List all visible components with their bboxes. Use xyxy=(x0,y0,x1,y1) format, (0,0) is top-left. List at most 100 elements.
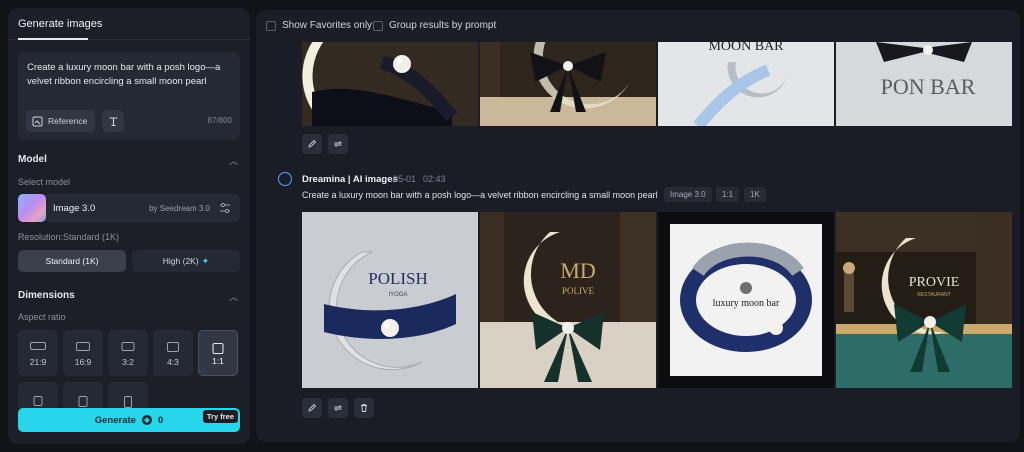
prompt-text[interactable]: Create a luxury moon bar with a posh log… xyxy=(27,61,227,89)
dimensions-section-title: Dimensions xyxy=(18,290,75,301)
generate-cost: 0 xyxy=(157,414,164,426)
char-count: 87/800 xyxy=(207,116,232,125)
model-selector[interactable]: Image 3.0 by Seedream 3.0 xyxy=(18,194,240,222)
polish-subtitle: IYOGA xyxy=(388,292,407,298)
aspect-21-9-icon xyxy=(30,342,46,350)
aspect-4-3[interactable]: 4:3 xyxy=(153,330,193,376)
group-label: Group results by prompt xyxy=(389,20,497,31)
previous-actions xyxy=(302,134,348,154)
pon-bar-text: PON BAR xyxy=(881,74,976,99)
aspect-3-2[interactable]: 3:2 xyxy=(108,330,148,376)
aspect-16-9-label: 16:9 xyxy=(74,357,92,367)
image-reference-icon xyxy=(32,116,43,127)
provie-title: PROVIE xyxy=(909,275,960,290)
aspect-16-9[interactable]: 16:9 xyxy=(63,330,103,376)
resolution-high-button[interactable]: High (2K) ✦ xyxy=(132,250,240,272)
chevron-up-icon[interactable]: ︿ xyxy=(229,154,238,167)
resolution-standard-label: Standard (1K) xyxy=(45,256,99,266)
aspect-21-9-label: 21:9 xyxy=(29,357,47,367)
reference-button[interactable]: Reference xyxy=(26,110,96,132)
group-checkbox[interactable] xyxy=(373,20,383,31)
result-image[interactable]: MOON BAR xyxy=(658,42,834,126)
polive-monogram: MD xyxy=(560,258,595,283)
delete-button[interactable] xyxy=(354,398,374,418)
generated-image-row: POLISH IYOGA MD POLIVE luxury moon bar P… xyxy=(302,212,1012,388)
generation-prompt[interactable]: Create a luxury moon bar with a posh log… xyxy=(302,190,658,200)
aspect-1-1-label: 1:1 xyxy=(212,356,224,366)
result-image[interactable] xyxy=(302,42,478,126)
tab-active-underline xyxy=(18,38,88,40)
text-style-button[interactable] xyxy=(102,110,124,132)
sparkle-icon: ✦ xyxy=(201,255,210,266)
select-model-label: Select model xyxy=(18,177,71,187)
resolution-label: Resolution:Standard (1K) xyxy=(18,232,120,242)
aspect-4-3-label: 4:3 xyxy=(167,357,179,367)
model-thumbnail xyxy=(18,194,46,222)
aspect-4-3-icon xyxy=(167,342,179,352)
generation-actions xyxy=(302,398,374,418)
aspect-ratio-label: Aspect ratio xyxy=(18,312,66,322)
model-name: Image 3.0 xyxy=(53,203,96,214)
result-image-polive[interactable]: MD POLIVE xyxy=(480,212,656,388)
luxury-title: luxury moon bar xyxy=(713,298,780,309)
aspect-1-1-icon xyxy=(212,343,224,354)
regenerate-button[interactable] xyxy=(328,398,348,418)
pencil-icon xyxy=(307,139,317,149)
aspect-option[interactable] xyxy=(108,382,148,410)
result-image[interactable]: PON BAR xyxy=(836,42,1012,126)
results-panel: Show Favorites only Group results by pro… xyxy=(256,10,1020,442)
result-image[interactable] xyxy=(480,42,656,126)
aspect-21-9[interactable]: 21:9 xyxy=(18,330,58,376)
app-root: Generate images Create a luxury moon bar… xyxy=(0,0,1024,452)
resolution-standard-button[interactable]: Standard (1K) xyxy=(18,250,126,272)
resolution-high-label: High (2K) xyxy=(162,256,199,266)
pencil-icon xyxy=(307,403,317,413)
result-image-polish[interactable]: POLISH IYOGA xyxy=(302,212,478,388)
ratio-chip: 1:1 xyxy=(716,187,740,202)
aspect-icon xyxy=(33,396,43,406)
try-free-badge: Try free xyxy=(202,410,238,423)
credit-icon: ◆ xyxy=(141,415,152,425)
sliders-icon[interactable] xyxy=(218,201,232,215)
polish-title: POLISH xyxy=(368,269,428,288)
favorites-filter[interactable]: Show Favorites only xyxy=(266,20,372,31)
prompt-input[interactable]: Create a luxury moon bar with a posh log… xyxy=(18,52,240,140)
aspect-icon xyxy=(124,396,132,408)
generation-date: 05-01 xyxy=(393,174,417,184)
aspect-option[interactable] xyxy=(18,382,58,410)
aspect-option[interactable] xyxy=(63,382,103,410)
generate-panel: Generate images Create a luxury moon bar… xyxy=(8,8,250,444)
moon-bar-text: MOON BAR xyxy=(708,42,784,54)
aspect-1-1[interactable]: 1:1 xyxy=(198,330,238,376)
result-image-luxury[interactable]: luxury moon bar xyxy=(658,212,834,388)
aspect-3-2-label: 3:2 xyxy=(122,357,134,367)
repeat-icon xyxy=(333,139,343,149)
aspect-16-9-icon xyxy=(76,342,90,351)
dreamina-logo-icon xyxy=(278,172,292,186)
left-tabbar: Generate images xyxy=(8,8,250,40)
previous-image-row: MOON BAR PON BAR xyxy=(302,42,1012,126)
generation-source: Dreamina | AI images xyxy=(302,174,398,185)
model-provider: by Seedream 3.0 xyxy=(149,204,210,213)
resolution-chip: 1K xyxy=(744,187,766,202)
chevron-up-icon[interactable]: ︿ xyxy=(229,290,238,303)
tab-generate-images[interactable]: Generate images xyxy=(18,18,102,30)
group-filter[interactable]: Group results by prompt xyxy=(373,20,496,31)
provie-subtitle: RESTAURANT xyxy=(917,292,951,298)
favorites-checkbox[interactable] xyxy=(266,20,276,31)
result-image-provie[interactable]: PROVIE RESTAURANT xyxy=(836,212,1012,388)
polive-title: POLIVE xyxy=(562,286,594,296)
generate-label: Generate xyxy=(94,414,136,426)
regenerate-button[interactable] xyxy=(328,134,348,154)
generation-time: 02:43 xyxy=(423,174,446,184)
repeat-icon xyxy=(333,403,343,413)
reference-label: Reference xyxy=(48,116,88,126)
aspect-icon xyxy=(78,396,88,407)
aspect-3-2-icon xyxy=(121,342,135,351)
edit-button[interactable] xyxy=(302,134,322,154)
favorites-label: Show Favorites only xyxy=(282,20,373,31)
model-chip: Image 3.0 xyxy=(664,187,712,202)
edit-button[interactable] xyxy=(302,398,322,418)
trash-icon xyxy=(359,403,369,413)
generate-button[interactable]: Generate ◆ 0 Try free xyxy=(18,408,240,432)
